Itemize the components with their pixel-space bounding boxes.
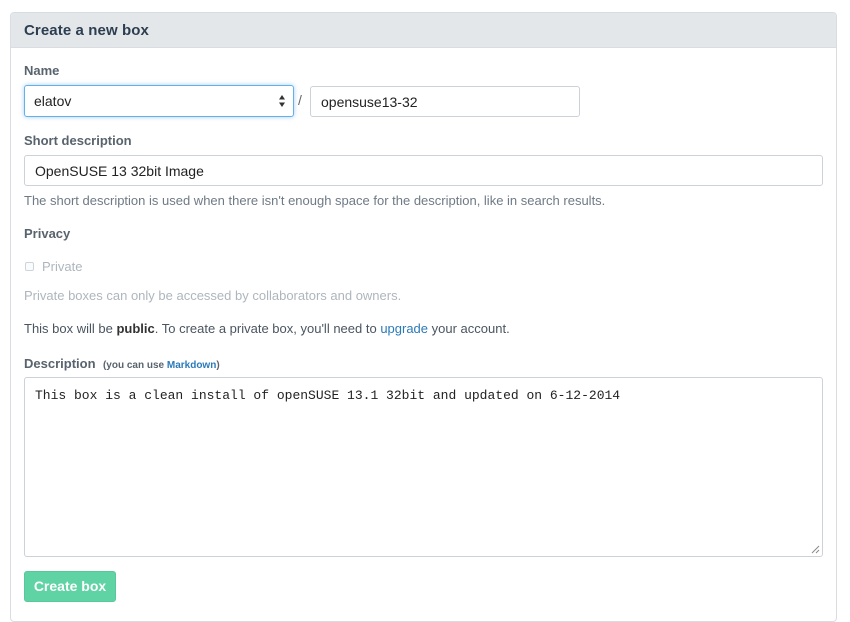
markdown-hint: (you can use Markdown): [103, 360, 220, 371]
name-separator: /: [298, 92, 302, 108]
privacy-notice-public: public: [116, 321, 155, 336]
box-name-value: opensuse13-32: [321, 94, 418, 110]
create-box-button[interactable]: Create box: [24, 571, 116, 602]
panel-title: Create a new box: [11, 13, 836, 48]
markdown-hint-prefix: (you can use: [102, 360, 167, 371]
short-description-help: The short description is used when there…: [24, 193, 606, 208]
privacy-notice-middle: . To create a private box, you'll need t…: [154, 321, 381, 336]
short-description-value: OpenSUSE 13 32bit Image: [35, 163, 204, 179]
owner-select[interactable]: elatov: [24, 85, 294, 117]
privacy-notice-prefix: This box will be: [24, 321, 117, 336]
description-heading: Description (you can use Markdown): [24, 355, 220, 373]
private-checkbox-label: Private: [42, 259, 83, 274]
description-textarea[interactable]: This box is a clean install of openSUSE …: [24, 377, 823, 557]
short-description-label: Short description: [24, 133, 132, 148]
markdown-link[interactable]: Markdown: [167, 360, 216, 371]
select-arrows-icon: [279, 95, 285, 107]
private-checkbox[interactable]: [25, 262, 34, 271]
description-value: This box is a clean install of openSUSE …: [35, 388, 621, 403]
owner-select-value: elatov: [34, 93, 72, 109]
box-name-input[interactable]: opensuse13-32: [310, 86, 580, 117]
short-description-input[interactable]: OpenSUSE 13 32bit Image: [24, 155, 823, 186]
privacy-label: Privacy: [24, 226, 71, 241]
privacy-help: Private boxes can only be accessed by co…: [24, 288, 402, 303]
resize-grip-icon[interactable]: [811, 545, 820, 554]
privacy-notice-suffix: your account.: [428, 321, 510, 336]
upgrade-link[interactable]: upgrade: [380, 321, 428, 336]
description-label: Description: [24, 356, 96, 371]
markdown-hint-suffix: ): [216, 360, 220, 371]
name-label: Name: [24, 63, 60, 78]
privacy-notice: This box will be public. To create a pri…: [24, 321, 510, 336]
